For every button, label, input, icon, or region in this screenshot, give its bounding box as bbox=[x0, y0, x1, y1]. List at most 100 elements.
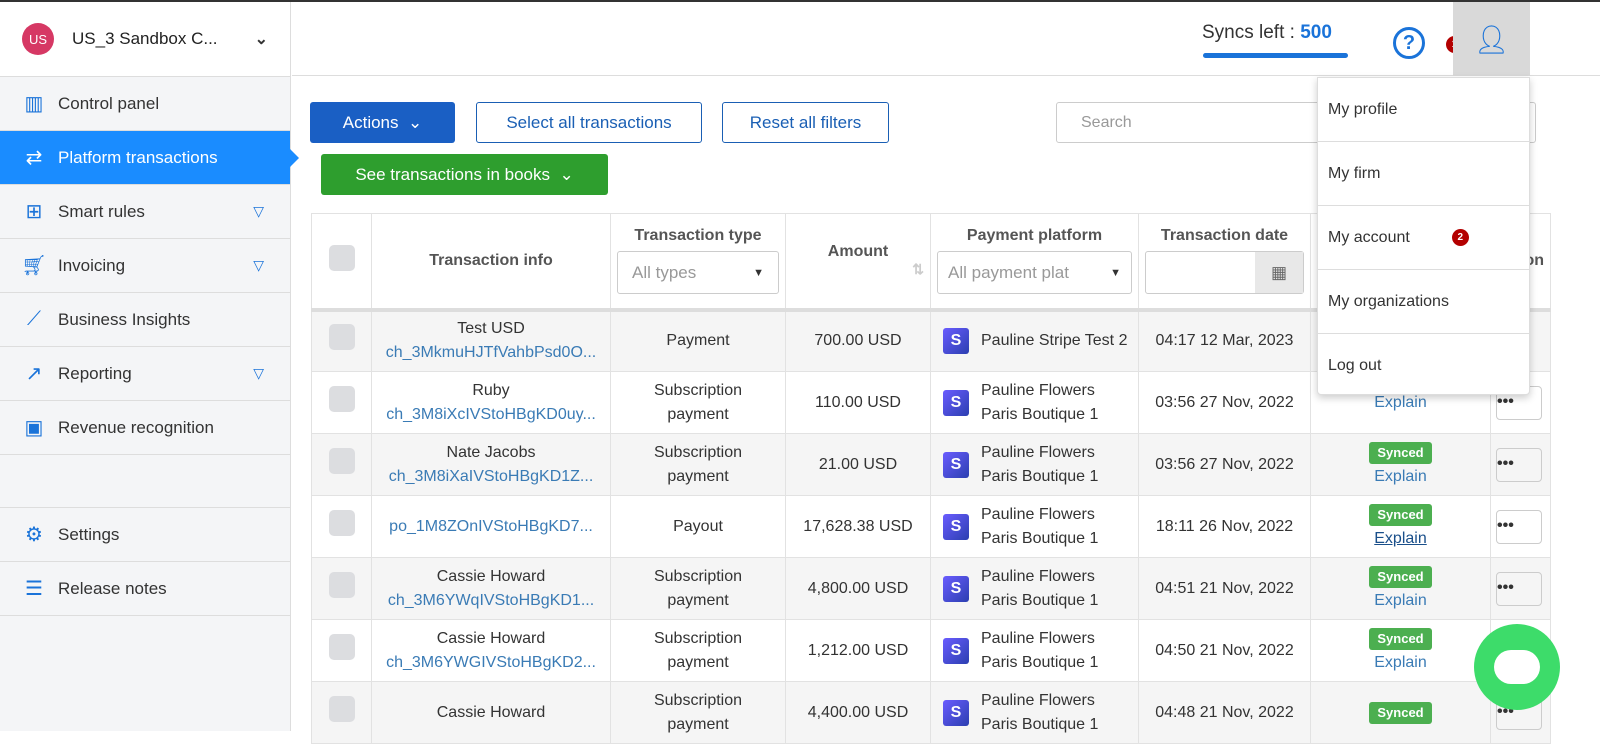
menu-item-my-organizations[interactable]: My organizations bbox=[1318, 270, 1529, 334]
sidebar-item-label: Platform transactions bbox=[58, 147, 218, 167]
explain-link[interactable]: Explain bbox=[1317, 651, 1484, 675]
more-options-button[interactable]: ••• bbox=[1496, 571, 1542, 606]
org-avatar: US bbox=[22, 23, 54, 55]
chevron-down-icon: ▽ bbox=[253, 257, 264, 273]
rules-icon: ⊞ bbox=[25, 201, 43, 223]
sidebar-item-reporting[interactable]: ↗ Reporting ▽ bbox=[0, 347, 290, 401]
sidebar-item-label: Revenue recognition bbox=[58, 417, 214, 437]
type-filter-value: All types bbox=[632, 262, 697, 282]
status: Synced Explain bbox=[1310, 619, 1491, 682]
status: Synced Explain bbox=[1310, 557, 1491, 620]
amount: 4,800.00 USD bbox=[785, 557, 931, 620]
sidebar-item-label: Business Insights bbox=[58, 309, 191, 329]
platform-name: Pauline Flowers Paris Boutique 1 bbox=[981, 629, 1099, 671]
sidebar-item-platform-transactions[interactable]: ⇄ Platform transactions bbox=[0, 131, 299, 185]
synced-badge: Synced bbox=[1369, 441, 1432, 464]
transaction-date: 04:51 21 Nov, 2022 bbox=[1138, 557, 1311, 620]
explain-link[interactable]: Explain bbox=[1317, 527, 1484, 551]
table-row[interactable]: Nate Jacobs ch_3M8iXaIVStoHBgKD1Z... Subs… bbox=[311, 433, 1551, 496]
explain-link[interactable]: Explain bbox=[1317, 465, 1484, 489]
transaction-info: Cassie Howard ch_3M6YWGIVStoHBgKD2... bbox=[371, 619, 611, 682]
more-options-button[interactable]: ••• bbox=[1496, 447, 1542, 482]
transaction-type: Subscription payment bbox=[610, 371, 786, 434]
row-checkbox[interactable] bbox=[311, 371, 372, 434]
row-checkbox[interactable] bbox=[311, 681, 372, 744]
sidebar-item-invoicing[interactable]: 🛒︎ Invoicing ▽ bbox=[0, 239, 290, 293]
chevron-down-icon: ⌄ bbox=[254, 31, 268, 48]
row-checkbox[interactable] bbox=[311, 309, 372, 372]
menu-item-log-out[interactable]: Log out bbox=[1318, 334, 1529, 398]
row-checkbox[interactable] bbox=[311, 619, 372, 682]
payment-platform: S Pauline Flowers Paris Boutique 1 bbox=[930, 681, 1139, 744]
platform-filter[interactable]: All payment plat ▼ bbox=[937, 251, 1132, 295]
menu-item-label: My firm bbox=[1328, 164, 1381, 182]
payment-platform: S Pauline Flowers Paris Boutique 1 bbox=[930, 433, 1139, 496]
sidebar: US US_3 Sandbox C... ⌄ ▥ Control panel ⇄ P… bbox=[0, 2, 299, 731]
see-in-books-button[interactable]: See transactions in books ⌄ bbox=[321, 154, 608, 195]
table-row[interactable]: Cassie Howard ch_3M6YWGIVStoHBgKD2... Sub… bbox=[311, 619, 1551, 682]
menu-item-my-account[interactable]: My account 2 bbox=[1318, 206, 1529, 270]
transaction-id-link[interactable]: po_1M8ZOnIVStoHBgKD7... bbox=[378, 515, 604, 539]
table-row[interactable]: Cassie Howard ch_3M6YWqIVStoHBgKD1... Sub… bbox=[311, 557, 1551, 620]
table-row[interactable]: po_1M8ZOnIVStoHBgKD7... Payout 17,628.38… bbox=[311, 495, 1551, 558]
calendar-icon[interactable]: ▦ bbox=[1255, 252, 1303, 294]
transaction-date: 04:17 12 Mar, 2023 bbox=[1138, 309, 1311, 372]
sidebar-item-smart-rules[interactable]: ⊞ Smart rules ▽ bbox=[0, 185, 290, 239]
transaction-info: Test USD ch_3MkmuHJTfVahbPsd0O... bbox=[371, 309, 611, 372]
menu-item-my-profile[interactable]: My profile bbox=[1318, 78, 1529, 142]
sidebar-item-control-panel[interactable]: ▥ Control panel bbox=[0, 77, 290, 131]
select-all-button[interactable]: Select all transactions bbox=[476, 102, 702, 143]
transaction-date: 04:48 21 Nov, 2022 bbox=[1138, 681, 1311, 744]
transaction-id-link[interactable]: ch_3M8iXcIVStoHBgKD0uy... bbox=[378, 403, 604, 427]
header-transaction-info: Transaction info bbox=[371, 213, 611, 312]
platform-name: Pauline Flowers Paris Boutique 1 bbox=[981, 691, 1099, 733]
synced-badge: Synced bbox=[1369, 565, 1432, 588]
chart-line-icon: ↗ bbox=[25, 363, 43, 385]
type-filter[interactable]: All types ▼ bbox=[617, 251, 779, 295]
menu-item-label: My profile bbox=[1328, 100, 1398, 118]
transaction-type: Subscription payment bbox=[610, 433, 786, 496]
explain-link[interactable]: Explain bbox=[1317, 589, 1484, 613]
sort-icon[interactable]: ⇅ bbox=[792, 261, 924, 278]
platform-name: Pauline Flowers Paris Boutique 1 bbox=[981, 505, 1099, 547]
transaction-id-link[interactable]: ch_3MkmuHJTfVahbPsd0O... bbox=[378, 341, 604, 365]
actions-button[interactable]: Actions ⌄ bbox=[310, 102, 455, 143]
transaction-id-link[interactable]: ch_3M6YWqIVStoHBgKD1... bbox=[378, 589, 604, 613]
gear-icon: ⚙ bbox=[25, 524, 43, 546]
reset-filters-button[interactable]: Reset all filters bbox=[722, 102, 889, 143]
chevron-down-icon: ⌄ bbox=[407, 112, 423, 132]
sidebar-item-business-insights[interactable]: ⟋ Business Insights bbox=[0, 293, 290, 347]
sidebar-item-label: Smart rules bbox=[58, 201, 145, 221]
notes-icon: ☰ bbox=[25, 578, 43, 600]
sidebar-item-settings[interactable]: ⚙ Settings bbox=[0, 508, 290, 562]
status: Synced Explain bbox=[1310, 433, 1491, 496]
sidebar-item-revenue-recognition[interactable]: ▣ Revenue recognition bbox=[0, 401, 290, 455]
transaction-date: 04:50 21 Nov, 2022 bbox=[1138, 619, 1311, 682]
sidebar-item-label: Control panel bbox=[58, 93, 160, 113]
row-checkbox[interactable] bbox=[311, 433, 372, 496]
row-actions: ••• bbox=[1490, 495, 1551, 558]
row-checkbox[interactable] bbox=[311, 557, 372, 620]
chat-widget-button[interactable] bbox=[1474, 624, 1560, 710]
table-row[interactable]: Cassie Howard Subscription payment 4,400… bbox=[311, 681, 1551, 744]
org-switcher[interactable]: US US_3 Sandbox C... ⌄ bbox=[0, 2, 290, 77]
transaction-date: 03:56 27 Nov, 2022 bbox=[1138, 433, 1311, 496]
sidebar-item-release-notes[interactable]: ☰ Release notes bbox=[0, 562, 290, 616]
stripe-logo-icon: S bbox=[943, 575, 969, 602]
transaction-info: Nate Jacobs ch_3M8iXaIVStoHBgKD1Z... bbox=[371, 433, 611, 496]
user-menu-button[interactable]: 👤︎ bbox=[1453, 2, 1530, 76]
transaction-id-link[interactable]: ch_3M8iXaIVStoHBgKD1Z... bbox=[378, 465, 604, 489]
customer-name: Cassie Howard bbox=[436, 567, 546, 585]
menu-item-my-firm[interactable]: My firm bbox=[1318, 142, 1529, 206]
stripe-logo-icon: S bbox=[943, 699, 969, 726]
transaction-id-link[interactable]: ch_3M6YWGIVStoHBgKD2... bbox=[378, 651, 604, 675]
select-all-checkbox[interactable] bbox=[311, 213, 372, 312]
amount: 700.00 USD bbox=[785, 309, 931, 372]
header-amount[interactable]: Amount ⇅ bbox=[785, 213, 931, 312]
user-icon: 👤︎ bbox=[1473, 23, 1510, 55]
more-options-button[interactable]: ••• bbox=[1496, 509, 1542, 544]
date-filter[interactable]: ▦ bbox=[1145, 251, 1304, 295]
help-icon[interactable]: ? bbox=[1393, 27, 1425, 59]
row-checkbox[interactable] bbox=[311, 495, 372, 558]
sidebar-item-label: Reporting bbox=[58, 363, 132, 383]
